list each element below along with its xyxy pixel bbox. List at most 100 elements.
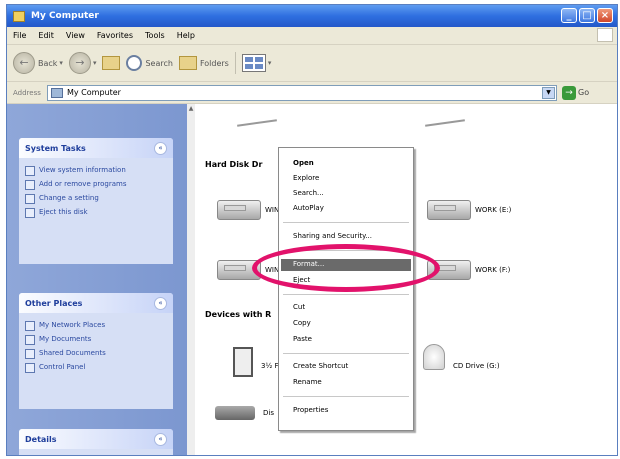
place-link-documents[interactable]: My Documents xyxy=(25,334,167,345)
menu-tools[interactable]: Tools xyxy=(139,31,171,40)
up-folder-icon xyxy=(102,56,121,70)
ctx-rename[interactable]: Rename xyxy=(293,378,322,386)
drive-item[interactable]: CD Drive (G:) xyxy=(449,362,500,370)
task-link-label: Add or remove programs xyxy=(39,180,127,188)
menu-file[interactable]: File xyxy=(7,31,32,40)
ctx-explore[interactable]: Explore xyxy=(293,174,319,182)
place-link-control-panel[interactable]: Control Panel xyxy=(25,362,167,373)
my-computer-icon xyxy=(13,10,25,22)
menu-favorites[interactable]: Favorites xyxy=(91,31,139,40)
search-button[interactable]: Search xyxy=(126,55,173,71)
menu-separator xyxy=(283,250,409,251)
back-arrow-icon: ← xyxy=(13,52,35,74)
toolbar: ← Back ▾ → ▾ Search Folders ▾ xyxy=(7,45,617,82)
folders-icon xyxy=(178,56,197,70)
search-label: Search xyxy=(145,58,173,68)
forward-arrow-icon: → xyxy=(68,52,91,74)
removable-disk-icon[interactable] xyxy=(215,406,255,420)
views-button[interactable]: ▾ xyxy=(241,54,272,72)
maximize-button[interactable]: □ xyxy=(579,8,595,23)
hard-disk-icon xyxy=(427,200,471,220)
drive-item[interactable]: WORK (F:) xyxy=(427,260,510,280)
ctx-cut[interactable]: Cut xyxy=(293,303,305,311)
task-link-view-system-info[interactable]: View system information xyxy=(25,165,167,176)
ctx-copy[interactable]: Copy xyxy=(293,319,311,327)
shared-folder-icon xyxy=(25,349,35,359)
ctx-autoplay[interactable]: AutoPlay xyxy=(293,204,324,212)
menu-edit[interactable]: Edit xyxy=(32,31,60,40)
up-folder-button[interactable] xyxy=(102,56,121,70)
menu-help[interactable]: Help xyxy=(171,31,201,40)
drive-item[interactable]: Dis xyxy=(259,409,274,417)
back-button[interactable]: ← Back ▾ xyxy=(13,52,63,74)
place-link-label: My Network Places xyxy=(39,321,106,329)
forward-button[interactable]: → ▾ xyxy=(68,52,96,74)
ctx-format[interactable]: Format... xyxy=(293,260,324,268)
panel-title: System Tasks xyxy=(25,143,86,153)
minimize-button[interactable]: _ xyxy=(561,8,577,23)
system-tasks-header[interactable]: System Tasks « xyxy=(19,138,173,158)
ctx-paste[interactable]: Paste xyxy=(293,335,312,343)
details-panel: Details « xyxy=(19,429,173,455)
ctx-open[interactable]: Open xyxy=(293,159,314,167)
task-link-add-remove[interactable]: Add or remove programs xyxy=(25,179,167,190)
folders-button[interactable]: Folders xyxy=(178,56,229,70)
control-panel-icon xyxy=(25,363,35,373)
task-pane: System Tasks « View system information A… xyxy=(7,104,187,455)
task-link-label: Change a setting xyxy=(39,194,99,202)
other-places-panel: Other Places « My Network Places My Docu… xyxy=(19,293,173,409)
address-value: My Computer xyxy=(67,88,121,97)
drive-label: 3½ F xyxy=(261,362,279,370)
window-title: My Computer xyxy=(31,11,99,21)
task-link-eject[interactable]: Eject this disk xyxy=(25,207,167,218)
title-bar[interactable]: My Computer _ □ × xyxy=(7,5,617,27)
ctx-sharing-security[interactable]: Sharing and Security... xyxy=(293,232,372,240)
cd-drive-icon[interactable] xyxy=(423,344,445,370)
documents-icon xyxy=(25,335,35,345)
close-button[interactable]: × xyxy=(597,8,613,23)
collapse-icon[interactable]: « xyxy=(154,432,167,446)
collapse-icon[interactable]: « xyxy=(154,296,167,310)
place-link-shared[interactable]: Shared Documents xyxy=(25,348,167,359)
drive-item[interactable]: WIN xyxy=(217,260,279,280)
scroll-up-icon[interactable]: ▲ xyxy=(187,104,195,114)
go-arrow-icon: → xyxy=(562,85,576,100)
ctx-eject[interactable]: Eject xyxy=(293,276,310,284)
address-dropdown-button[interactable]: ▼ xyxy=(542,86,555,99)
context-menu: Open Explore Search... AutoPlay Sharing … xyxy=(278,147,414,431)
place-link-label: Control Panel xyxy=(39,363,86,371)
floppy-drive-icon[interactable] xyxy=(233,347,253,377)
menu-separator xyxy=(283,353,409,354)
collapse-icon[interactable]: « xyxy=(154,141,167,155)
hard-disk-icon xyxy=(217,200,261,220)
menu-separator xyxy=(283,222,409,223)
hard-disk-icon xyxy=(427,260,471,280)
eject-icon xyxy=(25,208,35,218)
info-icon xyxy=(25,166,35,176)
drive-item[interactable]: 3½ F xyxy=(257,362,279,370)
ctx-create-shortcut[interactable]: Create Shortcut xyxy=(293,362,348,370)
ctx-search[interactable]: Search... xyxy=(293,189,324,197)
drive-label: Dis xyxy=(263,409,274,417)
ctx-properties[interactable]: Properties xyxy=(293,406,328,414)
place-link-network[interactable]: My Network Places xyxy=(25,320,167,331)
content-scroll-track[interactable]: ▲ xyxy=(187,104,195,455)
details-header[interactable]: Details « xyxy=(19,429,173,449)
drive-item[interactable]: WORK (E:) xyxy=(427,200,511,220)
task-link-change-setting[interactable]: Change a setting xyxy=(25,193,167,204)
network-icon xyxy=(25,321,35,331)
menu-view[interactable]: View xyxy=(60,31,91,40)
task-link-label: View system information xyxy=(39,166,126,174)
address-input[interactable]: My Computer ▼ xyxy=(47,84,557,101)
divider-line xyxy=(425,119,465,127)
menu-separator xyxy=(283,396,409,397)
go-button[interactable]: → Go xyxy=(562,85,589,100)
devices-group-header: Devices with R xyxy=(205,310,272,319)
other-places-header[interactable]: Other Places « xyxy=(19,293,173,313)
chevron-down-icon: ▾ xyxy=(267,59,272,67)
menu-bar: File Edit View Favorites Tools Help xyxy=(7,27,617,45)
drive-item[interactable]: WIN xyxy=(217,200,279,220)
views-icon xyxy=(241,54,266,72)
hard-disk-icon xyxy=(217,260,261,280)
menu-separator xyxy=(283,294,409,295)
